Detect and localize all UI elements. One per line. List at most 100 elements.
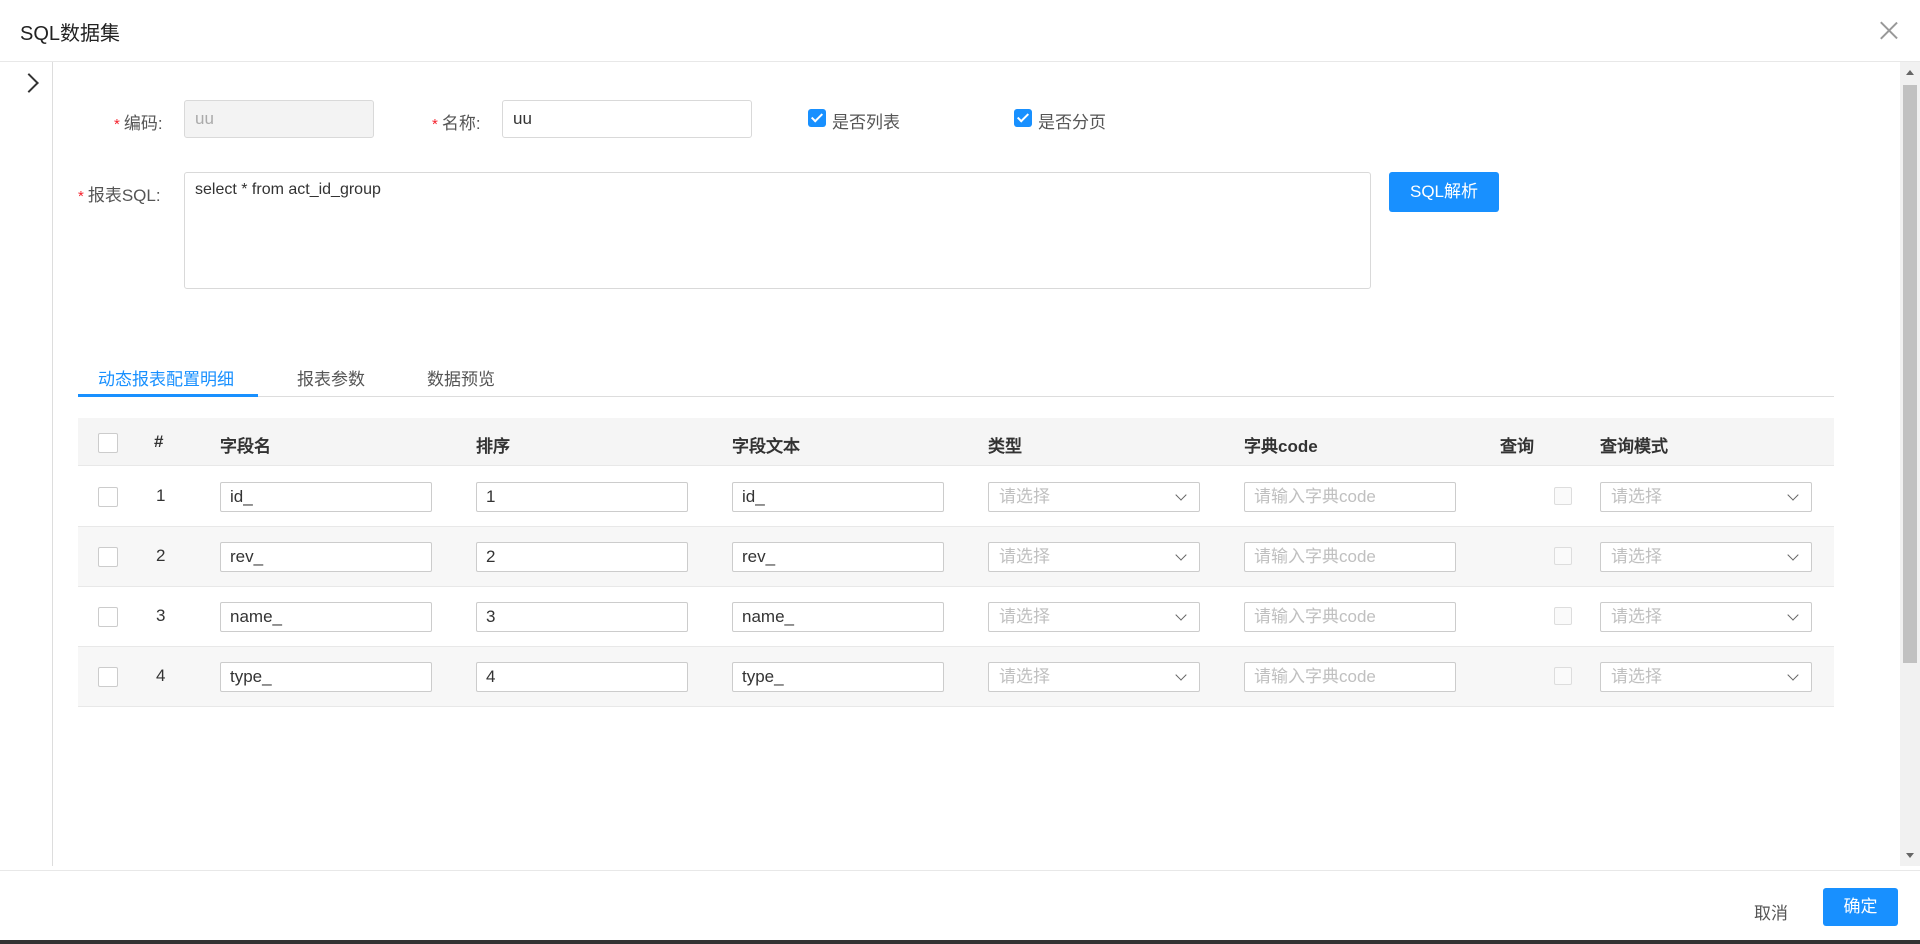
col-type: 类型	[988, 437, 1022, 456]
col-order: 排序	[476, 437, 510, 456]
bottom-bar	[0, 940, 1920, 944]
dialog-header: SQL数据集	[0, 0, 1920, 62]
chevron-down-icon	[1175, 609, 1187, 621]
chevron-down-icon	[1175, 549, 1187, 561]
field-text-input[interactable]: type_	[732, 662, 944, 692]
chevron-right-icon[interactable]	[19, 73, 39, 93]
dialog-footer: 取消 确定	[0, 870, 1920, 944]
query-mode-select[interactable]: 请选择	[1600, 662, 1812, 692]
cancel-button[interactable]: 取消	[1754, 899, 1788, 924]
tab-active-indicator	[78, 394, 258, 397]
name-label-text: 名称:	[441, 114, 481, 133]
query-mode-placeholder: 请选择	[1611, 487, 1662, 506]
dict-code-input[interactable]: 请输入字典code	[1244, 482, 1456, 512]
col-index: #	[154, 432, 164, 451]
is-list-label: 是否列表	[832, 113, 900, 132]
field-text-input[interactable]: name_	[732, 602, 944, 632]
is-paging-checkbox[interactable]	[1014, 109, 1032, 127]
sql-textarea[interactable]: select * from act_id_group	[184, 172, 1371, 289]
sql-parse-button[interactable]: SQL解析	[1389, 172, 1499, 212]
query-mode-placeholder: 请选择	[1611, 547, 1662, 566]
table-row: 2 rev_ 2 rev_ 请选择 请输入字典code 请选择	[78, 527, 1834, 587]
row-checkbox[interactable]	[98, 607, 118, 627]
row-checkbox[interactable]	[98, 487, 118, 507]
type-select-placeholder: 请选择	[999, 487, 1050, 506]
type-select[interactable]: 请选择	[988, 482, 1200, 512]
type-select[interactable]: 请选择	[988, 602, 1200, 632]
code-input[interactable]: uu	[184, 100, 374, 138]
type-select-placeholder: 请选择	[999, 607, 1050, 626]
type-select-placeholder: 请选择	[999, 667, 1050, 686]
col-field-text: 字段文本	[732, 437, 800, 456]
scrollbar-thumb[interactable]	[1903, 85, 1917, 663]
is-paging-label: 是否分页	[1038, 113, 1106, 132]
row-index: 3	[156, 606, 166, 625]
query-checkbox[interactable]	[1554, 667, 1572, 685]
sidebar	[0, 62, 53, 866]
order-input[interactable]: 1	[476, 482, 688, 512]
chevron-down-icon	[1787, 669, 1799, 681]
table-header: # 字段名 排序 字段文本 类型 字典code 查询 查询模式	[78, 418, 1834, 466]
dialog-title: SQL数据集	[20, 23, 121, 45]
query-checkbox[interactable]	[1554, 487, 1572, 505]
order-input[interactable]: 4	[476, 662, 688, 692]
scroll-up-arrow-icon[interactable]	[1906, 70, 1914, 75]
chevron-down-icon	[1175, 669, 1187, 681]
chevron-down-icon	[1787, 489, 1799, 501]
field-text-input[interactable]: id_	[732, 482, 944, 512]
confirm-button[interactable]: 确定	[1823, 888, 1898, 926]
type-select[interactable]: 请选择	[988, 662, 1200, 692]
col-dict-code: 字典code	[1244, 437, 1318, 456]
col-query-mode: 查询模式	[1600, 437, 1668, 456]
query-checkbox[interactable]	[1554, 547, 1572, 565]
code-label: * 编码:	[114, 109, 163, 134]
code-label-text: 编码:	[123, 114, 163, 133]
field-text-input[interactable]: rev_	[732, 542, 944, 572]
field-name-input[interactable]: name_	[220, 602, 432, 632]
dialog-body: * 编码: uu * 名称: uu 是否列表 是否分页 * 报表SQL: select…	[54, 62, 1900, 866]
vertical-scrollbar[interactable]	[1900, 62, 1920, 866]
tab-data-preview[interactable]: 数据预览	[427, 365, 495, 390]
query-checkbox[interactable]	[1554, 607, 1572, 625]
row-checkbox[interactable]	[98, 547, 118, 567]
query-mode-placeholder: 请选择	[1611, 607, 1662, 626]
is-list-checkbox[interactable]	[808, 109, 826, 127]
name-input[interactable]: uu	[502, 100, 752, 138]
dict-code-input[interactable]: 请输入字典code	[1244, 542, 1456, 572]
field-name-input[interactable]: rev_	[220, 542, 432, 572]
tab-config-detail[interactable]: 动态报表配置明细	[98, 365, 234, 390]
select-all-checkbox[interactable]	[98, 433, 118, 453]
row-checkbox[interactable]	[98, 667, 118, 687]
required-mark: *	[114, 116, 120, 133]
required-mark: *	[432, 116, 438, 133]
order-input[interactable]: 2	[476, 542, 688, 572]
row-index: 1	[156, 486, 166, 505]
order-input[interactable]: 3	[476, 602, 688, 632]
table-row: 4 type_ 4 type_ 请选择 请输入字典code 请选择	[78, 647, 1834, 707]
sql-label: * 报表SQL:	[78, 181, 161, 206]
table-row: 3 name_ 3 name_ 请选择 请输入字典code 请选择	[78, 587, 1834, 647]
query-mode-placeholder: 请选择	[1611, 667, 1662, 686]
required-mark: *	[78, 188, 84, 205]
row-index: 4	[156, 666, 166, 685]
field-name-input[interactable]: id_	[220, 482, 432, 512]
dict-code-input[interactable]: 请输入字典code	[1244, 602, 1456, 632]
chevron-down-icon	[1787, 609, 1799, 621]
row-index: 2	[156, 546, 166, 565]
scroll-down-arrow-icon[interactable]	[1906, 853, 1914, 858]
tab-report-params[interactable]: 报表参数	[297, 365, 365, 390]
query-mode-select[interactable]: 请选择	[1600, 482, 1812, 512]
sql-label-text: 报表SQL:	[87, 186, 161, 205]
tab-bar-divider	[78, 396, 1834, 397]
type-select-placeholder: 请选择	[999, 547, 1050, 566]
col-query: 查询	[1500, 437, 1534, 456]
field-name-input[interactable]: type_	[220, 662, 432, 692]
type-select[interactable]: 请选择	[988, 542, 1200, 572]
query-mode-select[interactable]: 请选择	[1600, 542, 1812, 572]
name-label: * 名称:	[432, 109, 481, 134]
query-mode-select[interactable]: 请选择	[1600, 602, 1812, 632]
table-row: 1 id_ 1 id_ 请选择 请输入字典code 请选择	[78, 467, 1834, 527]
dict-code-input[interactable]: 请输入字典code	[1244, 662, 1456, 692]
close-icon[interactable]	[1876, 17, 1902, 43]
chevron-down-icon	[1787, 549, 1799, 561]
